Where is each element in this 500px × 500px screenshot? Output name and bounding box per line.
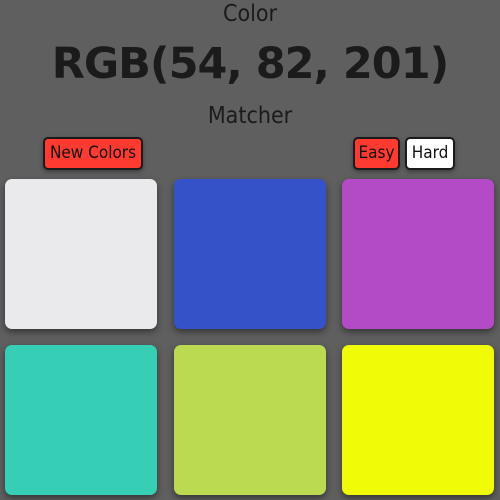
color-square-1[interactable] <box>5 179 157 329</box>
color-square-5[interactable] <box>174 345 326 495</box>
color-square-6[interactable] <box>342 345 494 495</box>
target-rgb-value: RGB(54, 82, 201) <box>51 39 450 89</box>
title-matcher-word: Matcher <box>207 103 293 129</box>
title-color-word: Color <box>222 1 278 27</box>
color-square-3[interactable] <box>342 179 494 329</box>
color-square-2[interactable] <box>174 179 326 329</box>
easy-mode-button[interactable]: Easy <box>353 137 400 170</box>
color-square-4[interactable] <box>5 345 157 495</box>
hard-mode-button[interactable]: Hard <box>405 137 455 170</box>
new-colors-button[interactable]: New Colors <box>43 137 143 170</box>
